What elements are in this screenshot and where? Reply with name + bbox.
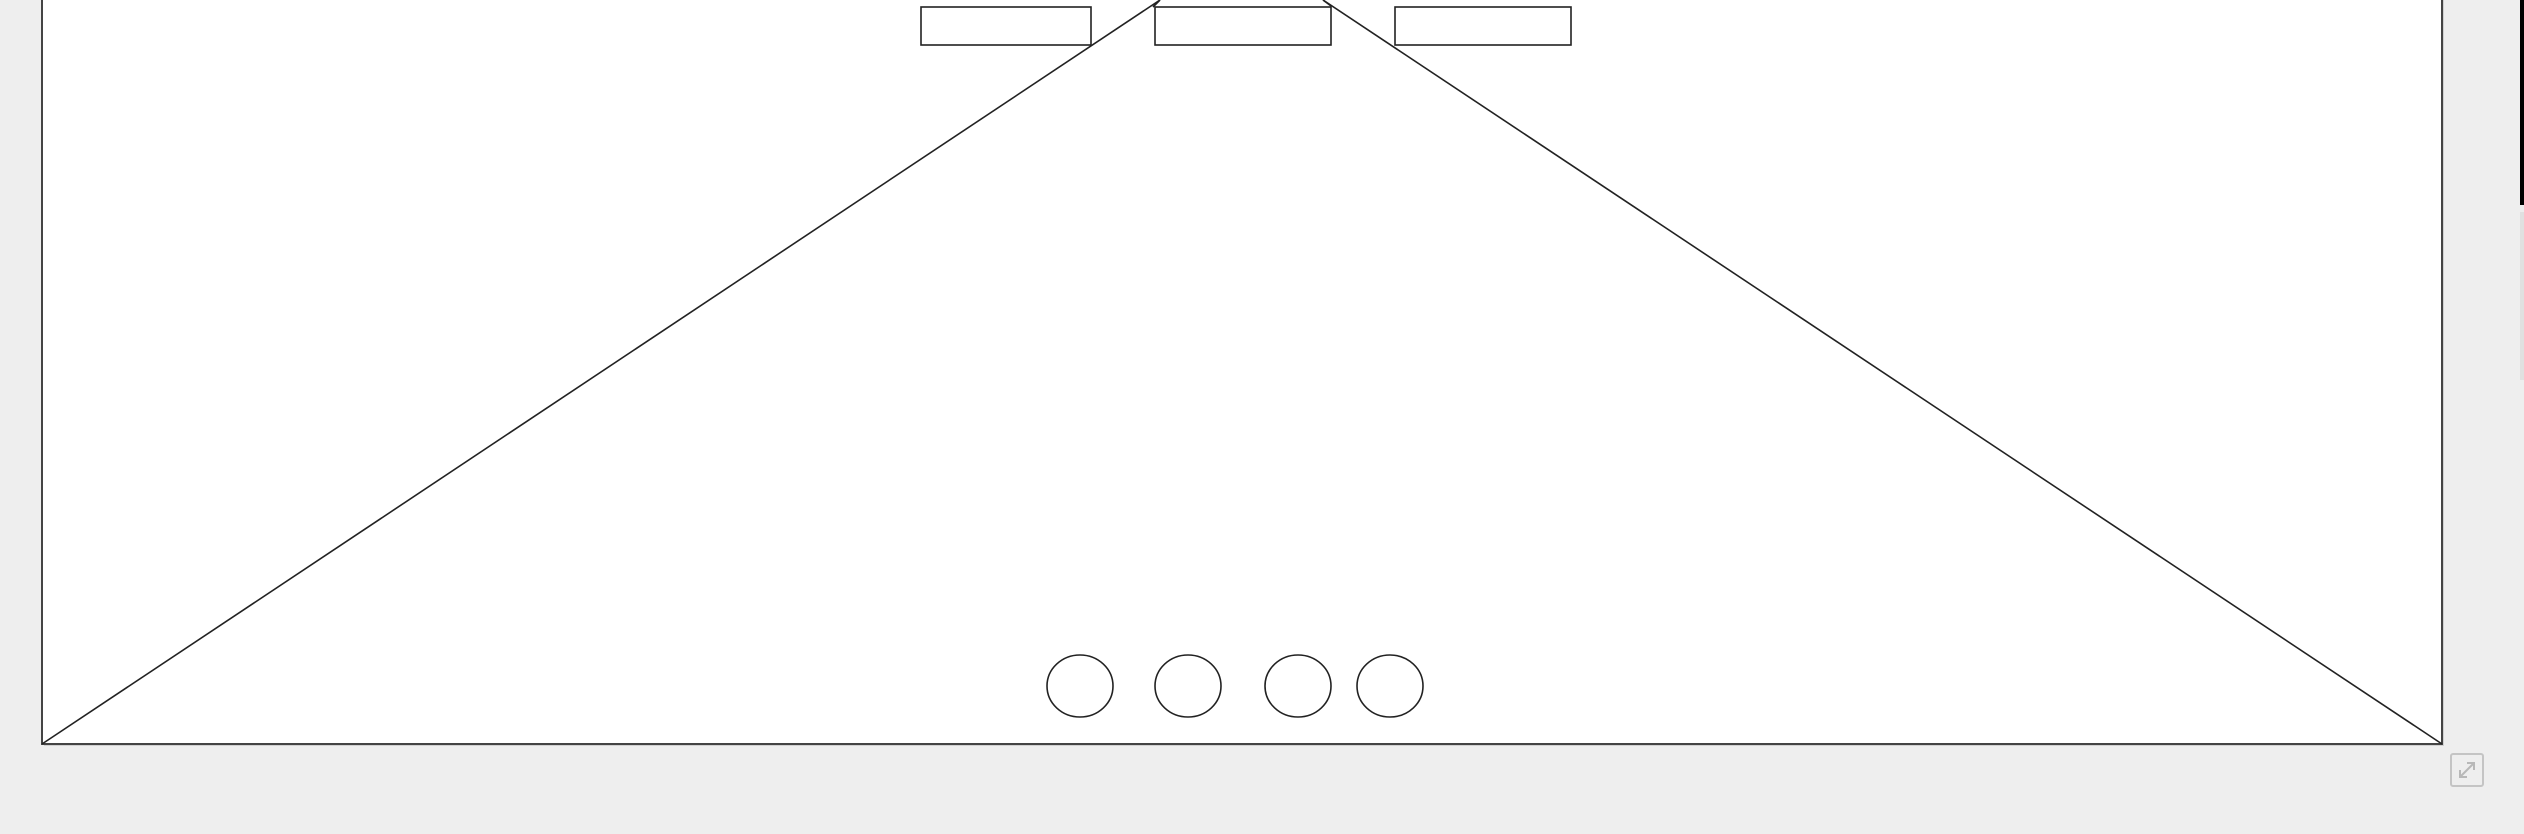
- circle-node-3[interactable]: [1264, 654, 1332, 718]
- vertical-scrollbar-track[interactable]: [2520, 212, 2524, 380]
- expand-button[interactable]: [2450, 753, 2484, 787]
- box-node-1[interactable]: [920, 6, 1092, 46]
- circle-node-1[interactable]: [1046, 654, 1114, 718]
- diagram-viewport[interactable]: [0, 0, 2524, 834]
- circle-node-4[interactable]: [1356, 654, 1424, 718]
- diagram-page: [41, 0, 2443, 745]
- vertical-scrollbar-thumb[interactable]: [2520, 0, 2524, 205]
- box-node-3[interactable]: [1394, 6, 1572, 46]
- box-node-2[interactable]: [1154, 6, 1332, 46]
- circle-node-2[interactable]: [1154, 654, 1222, 718]
- diagram-canvas[interactable]: [0, 0, 2524, 834]
- expand-arrows-icon: [2459, 762, 2475, 778]
